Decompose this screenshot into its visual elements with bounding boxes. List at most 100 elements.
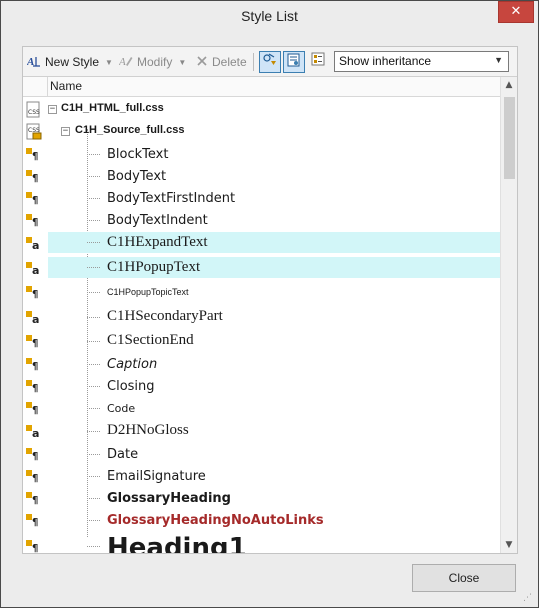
list-item[interactable]: ¶ BodyText: [23, 165, 500, 187]
style-list-panel: A New Style ▼ A Modify ▼ Delete Show inh…: [22, 46, 518, 554]
list-item[interactable]: ¶ BodyTextFirstIndent: [23, 187, 500, 209]
list-item[interactable]: a C1HExpandText: [23, 232, 500, 253]
list-item[interactable]: ¶ Heading1: [23, 532, 500, 553]
paragraph-style-icon: ¶: [25, 468, 43, 484]
style-list-dialog: Style List ✕ A New Style ▼ A Modify ▼ De…: [0, 0, 539, 608]
tree-connector-line: [87, 154, 100, 155]
list-item-label: BodyTextFirstIndent: [107, 191, 236, 206]
paragraph-style-icon: ¶: [25, 538, 43, 553]
svg-text:¶: ¶: [32, 383, 38, 394]
list-item[interactable]: ¶ C1HPopupTopicText: [23, 281, 500, 303]
window-close-icon[interactable]: ✕: [498, 1, 534, 23]
list-item[interactable]: ¶ GlossaryHeadingNoAutoLinks: [23, 509, 500, 531]
modify-button[interactable]: A Modify ▼: [118, 53, 186, 71]
tree-connector-line: [87, 454, 100, 455]
list-item-label: Code: [107, 402, 136, 415]
properties-list-icon: [310, 52, 326, 71]
tree-connector-line: [87, 267, 100, 268]
new-style-label: New Style: [45, 55, 100, 69]
list-item-label: C1HExpandText: [107, 234, 208, 250]
tree-connector-line: [87, 364, 100, 365]
title-bar: Style List ✕: [1, 1, 538, 34]
sort-tree-icon: [262, 53, 278, 71]
list-item[interactable]: ¶ BodyTextIndent: [23, 209, 500, 231]
new-style-dropdown-arrow-icon[interactable]: ▼: [105, 58, 113, 67]
list-item-label: D2HNoGloss: [107, 422, 189, 438]
collapse-toggle-icon[interactable]: −: [61, 127, 70, 136]
svg-text:¶: ¶: [32, 361, 38, 372]
resize-grip-icon[interactable]: ⋰: [523, 593, 532, 603]
tree-row-css-file[interactable]: CSS − C1H_HTML_full.css: [23, 99, 500, 121]
tree-connector-line: [87, 386, 100, 387]
list-item-label: C1HPopupText: [107, 259, 201, 275]
list-item[interactable]: a C1HPopupText: [23, 257, 500, 278]
tree-connector-line: [87, 498, 100, 499]
delete-button[interactable]: Delete: [196, 53, 247, 71]
list-item-label: BlockText: [107, 147, 169, 162]
scrollbar-thumb[interactable]: [504, 97, 515, 179]
collapse-toggle-icon[interactable]: −: [48, 105, 57, 114]
list-item-label: C1HPopupTopicText: [107, 287, 189, 297]
svg-text:¶: ¶: [32, 405, 38, 416]
view-mode-select[interactable]: Show inheritance ▼: [334, 51, 509, 72]
svg-text:¶: ¶: [32, 451, 38, 462]
list-item[interactable]: ¶ Closing: [23, 375, 500, 397]
scroll-up-arrow-icon[interactable]: ▲: [501, 77, 517, 94]
list-item[interactable]: ¶ Code: [23, 397, 500, 419]
list-item-label: Closing: [107, 379, 155, 394]
paragraph-style-icon: ¶: [25, 356, 43, 372]
vertical-scrollbar[interactable]: ▲ ▼: [500, 77, 517, 553]
character-style-icon: a: [25, 260, 43, 277]
list-item-label: C1SectionEnd: [107, 332, 194, 348]
list-item-label: EmailSignature: [107, 469, 206, 484]
svg-text:¶: ¶: [32, 517, 38, 528]
list-item-label: C1H_HTML_full.css: [61, 102, 164, 114]
list-item-label: C1HSecondaryPart: [107, 308, 223, 324]
show-preview-toggle-button[interactable]: [283, 51, 305, 73]
modify-dropdown-arrow-icon[interactable]: ▼: [178, 58, 186, 67]
list-item-label: C1H_Source_full.css: [75, 124, 185, 136]
tree-connector-line: [87, 242, 100, 243]
svg-text:a: a: [32, 313, 39, 325]
style-properties-button[interactable]: [307, 51, 329, 73]
svg-text:a: a: [32, 264, 39, 276]
list-item[interactable]: ¶ EmailSignature: [23, 465, 500, 487]
new-style-icon: A: [26, 54, 41, 71]
style-tree-list[interactable]: Name CSS − C1H_HTML_full.css CSS − C1H_S…: [23, 76, 517, 553]
list-item[interactable]: a C1HSecondaryPart: [23, 305, 500, 329]
tree-row-css-file[interactable]: CSS − C1H_Source_full.css: [23, 121, 500, 143]
name-column-header[interactable]: Name: [47, 77, 82, 97]
tree-connector-line: [87, 341, 100, 342]
tree-connector-line: [87, 176, 100, 177]
paragraph-style-icon: ¶: [25, 146, 43, 162]
list-item[interactable]: ¶ GlossaryHeading: [23, 487, 500, 509]
toolbar-separator: [253, 53, 254, 71]
svg-text:a: a: [32, 239, 39, 251]
tree-connector-line: [87, 476, 100, 477]
list-item-label: GlossaryHeading: [107, 491, 231, 506]
list-item[interactable]: ¶ Date: [23, 443, 500, 465]
paragraph-style-icon: ¶: [25, 190, 43, 206]
modify-style-icon: A: [118, 54, 133, 71]
svg-text:¶: ¶: [32, 195, 38, 206]
sort-toggle-button[interactable]: [259, 51, 281, 73]
list-item[interactable]: ¶ C1SectionEnd: [23, 329, 500, 353]
css-file-icon: CSS: [25, 101, 43, 118]
paragraph-style-icon: ¶: [25, 333, 43, 349]
list-item[interactable]: ¶ Caption: [23, 353, 500, 375]
column-header: Name: [23, 77, 500, 97]
list-item-label: Caption: [107, 357, 158, 372]
delete-label: Delete: [212, 55, 247, 69]
tree-connector-line: [87, 408, 100, 409]
new-style-button[interactable]: A New Style ▼: [26, 53, 113, 71]
list-item[interactable]: a D2HNoGloss: [23, 419, 500, 443]
close-button[interactable]: Close: [412, 564, 516, 592]
tree-connector-line: [87, 198, 100, 199]
list-item[interactable]: ¶ BlockText: [23, 143, 500, 165]
paragraph-style-icon: ¶: [25, 378, 43, 394]
chevron-down-icon: ▼: [494, 55, 503, 65]
scroll-down-arrow-icon[interactable]: ▼: [501, 537, 517, 553]
modify-label: Modify: [137, 55, 173, 69]
tree-connector-line: [87, 292, 100, 293]
toolbar: A New Style ▼ A Modify ▼ Delete Show inh…: [23, 47, 517, 76]
